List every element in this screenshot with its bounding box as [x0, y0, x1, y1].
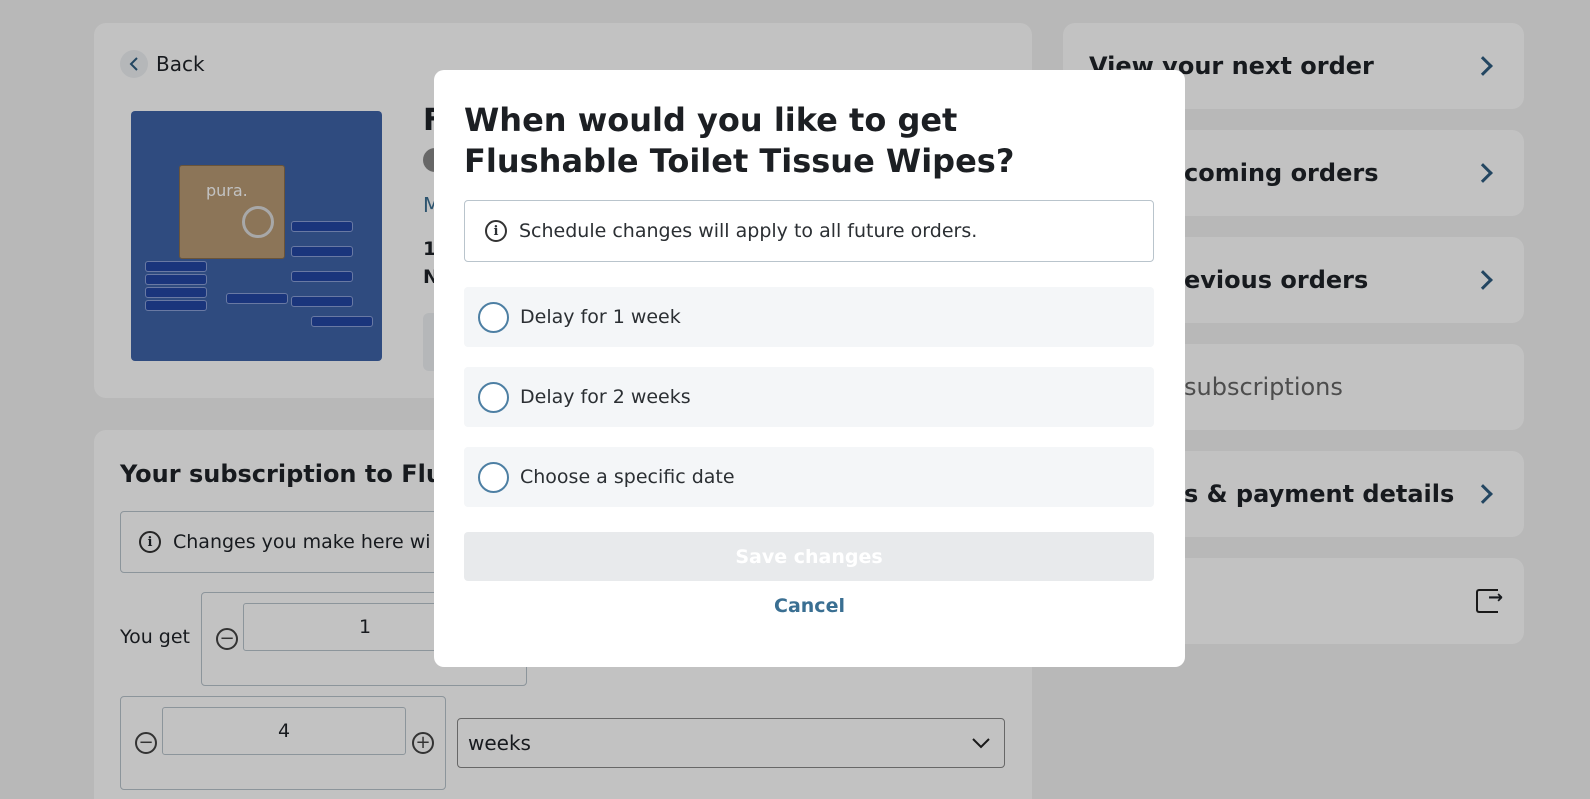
option-specific-date[interactable]: Choose a specific date: [464, 447, 1154, 507]
option-label: Choose a specific date: [520, 466, 735, 488]
option-delay-1-week[interactable]: Delay for 1 week: [464, 287, 1154, 347]
radio-button[interactable]: [478, 301, 509, 333]
modal-info-text: Schedule changes will apply to all futur…: [519, 220, 978, 242]
radio-button[interactable]: [478, 461, 509, 493]
info-icon: i: [485, 220, 507, 242]
option-label: Delay for 1 week: [520, 306, 681, 328]
option-label: Delay for 2 weeks: [520, 386, 691, 408]
cancel-button[interactable]: Cancel: [434, 595, 1185, 617]
radio-button[interactable]: [478, 381, 509, 413]
reschedule-modal: When would you like to get Flushable Toi…: [434, 70, 1185, 667]
modal-title: When would you like to get Flushable Toi…: [464, 101, 1015, 180]
modal-info-banner: i Schedule changes will apply to all fut…: [464, 200, 1154, 262]
save-changes-button[interactable]: Save changes: [464, 532, 1154, 581]
option-delay-2-weeks[interactable]: Delay for 2 weeks: [464, 367, 1154, 427]
